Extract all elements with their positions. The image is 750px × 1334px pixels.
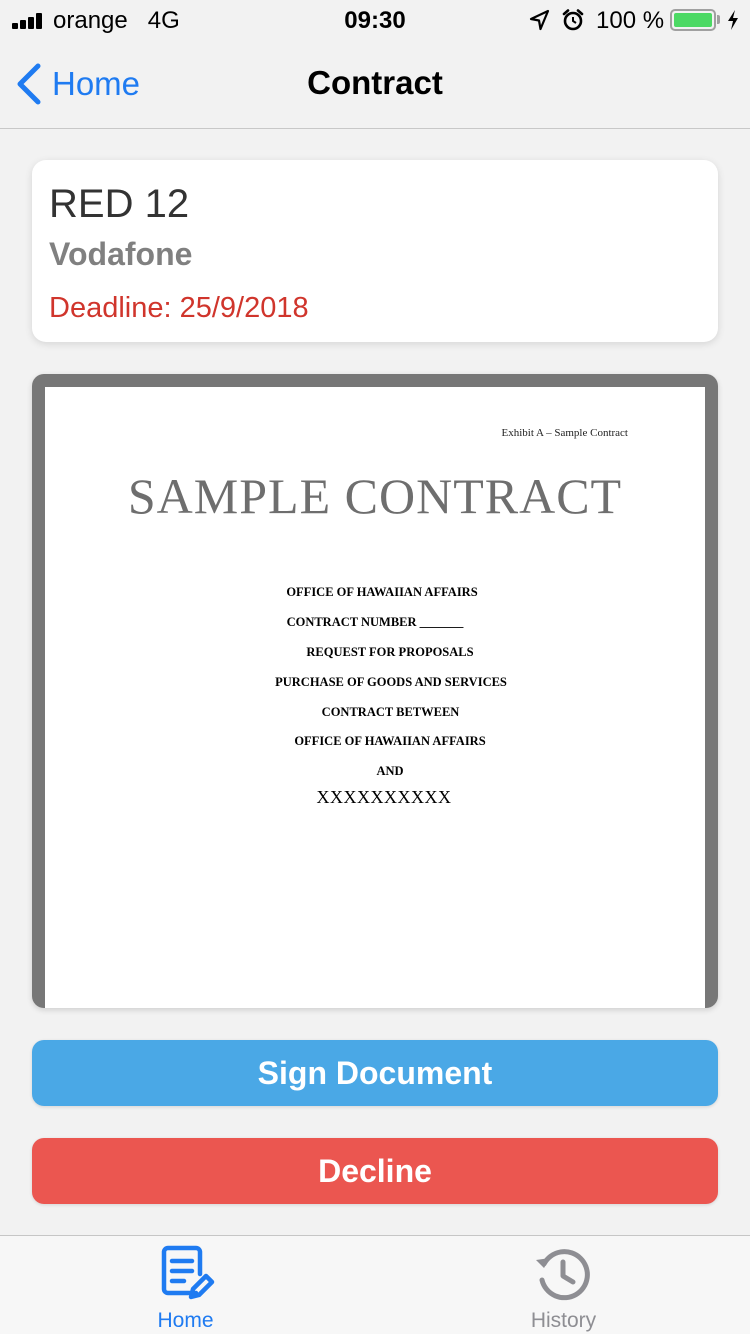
status-bar: orange 4G 09:30 100 % [0, 0, 750, 40]
tab-home[interactable]: Home [0, 1236, 375, 1334]
document-exhibit-label: Exhibit A – Sample Contract [501, 427, 629, 439]
contract-deadline: Deadline: 25/9/2018 [49, 292, 309, 324]
page-title: Contract [307, 64, 443, 101]
document-page: Exhibit A – Sample Contract SAMPLE CONTR… [45, 387, 705, 1008]
document-edit-icon [161, 1245, 215, 1300]
document-line: PURCHASE OF GOODS AND SERVICES [275, 674, 507, 689]
battery-fill [674, 13, 712, 27]
tab-bar: Home History [0, 1235, 750, 1334]
location-arrow-icon [529, 9, 550, 31]
document-line: OFFICE OF HAWAIIAN AFFAIRS [294, 734, 486, 749]
contract-company: Vodafone [49, 236, 193, 272]
document-line: REQUEST FOR PROPOSALS [306, 644, 474, 659]
document-line: CONTRACT NUMBER _______ [286, 614, 464, 629]
navigation-bar: Home Contract [0, 40, 750, 129]
contract-title: RED 12 [49, 182, 190, 226]
document-header-lines: OFFICE OF HAWAIIAN AFFAIRS CONTRACT NUMB… [45, 583, 719, 818]
tab-history[interactable]: History [375, 1236, 750, 1334]
alarm-clock-icon [562, 9, 584, 31]
tab-home-label: Home [157, 1309, 214, 1332]
contract-info-card: RED 12 Vodafone Deadline: 25/9/2018 [32, 160, 718, 342]
document-title: SAMPLE CONTRACT [127, 468, 623, 524]
battery-tip [717, 15, 720, 24]
document-viewer[interactable]: Exhibit A – Sample Contract SAMPLE CONTR… [32, 374, 718, 1008]
history-icon [536, 1249, 590, 1301]
document-line: CONTRACT BETWEEN [321, 704, 460, 719]
decline-button[interactable]: Decline [32, 1138, 718, 1204]
tab-history-label: History [530, 1309, 597, 1332]
battery-icon [670, 9, 716, 31]
sign-document-button[interactable]: Sign Document [32, 1040, 718, 1106]
document-line: XXXXXXXXXX [316, 787, 452, 808]
battery-percent: 100 % [596, 7, 665, 34]
contract-screen: orange 4G 09:30 100 % Home Contract RED … [0, 0, 750, 1334]
document-line: OFFICE OF HAWAIIAN AFFAIRS [286, 585, 478, 599]
charging-bolt-icon [728, 10, 738, 30]
